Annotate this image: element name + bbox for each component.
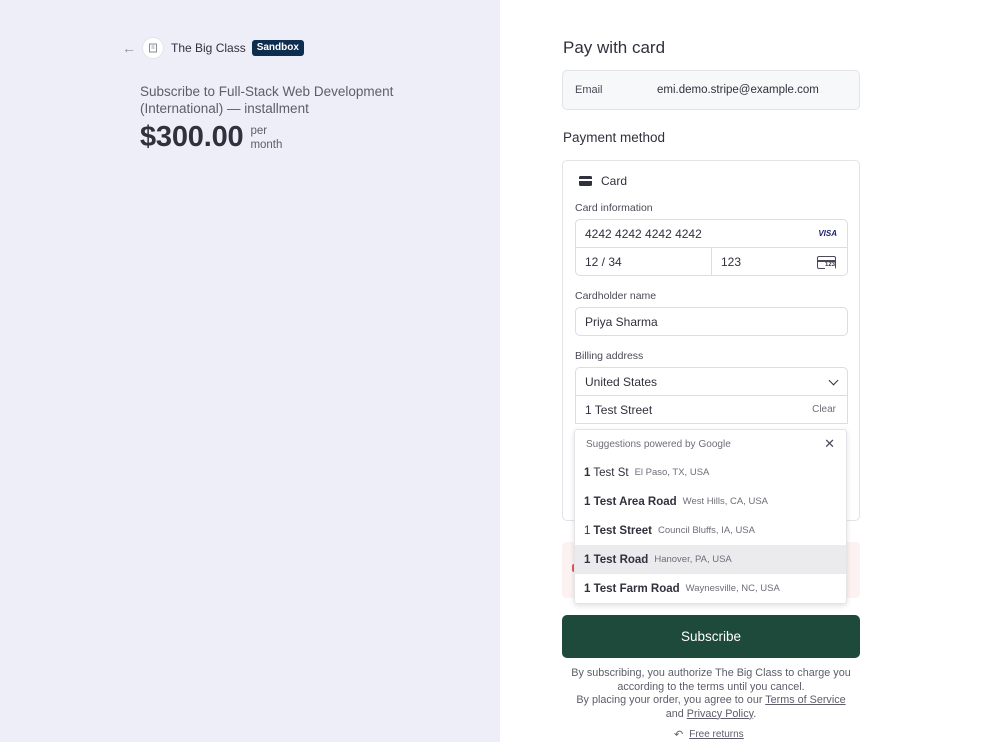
sandbox-badge: Sandbox: [251, 40, 304, 56]
agreement-and: and: [665, 707, 684, 720]
billing-address-label: Billing address: [575, 350, 644, 362]
order-summary-panel: ← The Big Class Sandbox Subscribe to Ful…: [0, 0, 500, 742]
address-suggestions-dropdown: Suggestions powered by Google ✕ 1 Test S…: [574, 429, 847, 604]
suggestion-location: West Hills, CA, USA: [682, 496, 769, 507]
suggestion-location: Hanover, PA, USA: [654, 554, 732, 565]
card-tab-label: Card: [601, 174, 628, 188]
cvc-value: 123: [721, 254, 742, 269]
email-field[interactable]: Email emi.demo.stripe@example.com: [562, 70, 860, 110]
close-icon[interactable]: ✕: [824, 437, 835, 450]
card-number-value: 4242 4242 4242 4242: [585, 226, 702, 241]
suggestion-location: Council Bluffs, IA, USA: [658, 525, 755, 536]
card-number-input[interactable]: 4242 4242 4242 4242 VISA: [575, 219, 848, 248]
cvc-input[interactable]: 123 123: [711, 247, 848, 276]
terms-of-service-link[interactable]: Terms of Service: [765, 694, 845, 706]
return-arrow-icon: ↶: [674, 729, 684, 741]
billing-period: per month: [250, 124, 282, 152]
country-value: United States: [585, 374, 658, 389]
authorization-text: By subscribing, you authorize The Big Cl…: [571, 667, 851, 693]
suggestion-item-highlighted[interactable]: 1 Test Road Hanover, PA, USA: [575, 545, 846, 574]
email-label: Email: [575, 84, 603, 96]
country-select[interactable]: United States: [575, 367, 848, 396]
address-line1-input[interactable]: 1 Test Street Clear: [575, 395, 848, 424]
billing-period-line1: per: [250, 124, 268, 137]
suggestion-plain: Test St: [593, 466, 629, 479]
suggestion-bold: 1: [584, 466, 591, 479]
cardholder-name-label: Cardholder name: [575, 290, 657, 302]
expiry-value: 12 / 34: [585, 254, 622, 269]
chevron-down-icon: [828, 375, 839, 386]
privacy-policy-link[interactable]: Privacy Policy: [687, 708, 753, 720]
card-information-label: Card information: [575, 202, 653, 214]
credit-card-icon: [579, 176, 592, 186]
product-price: $300.00: [140, 121, 244, 153]
suggestion-location: El Paso, TX, USA: [634, 467, 710, 478]
price-row: $300.00 per month: [140, 121, 430, 154]
product-name: Subscribe to Full-Stack Web Development …: [140, 84, 394, 116]
subscribe-button[interactable]: Subscribe: [562, 615, 860, 658]
billing-period-line2: month: [250, 138, 283, 151]
card-tab[interactable]: Card: [579, 174, 627, 188]
visa-icon: VISA: [818, 229, 837, 238]
merchant-logo: [142, 37, 164, 59]
back-arrow-icon[interactable]: ←: [122, 41, 136, 55]
suggestion-bold: 1 Test Area Road: [584, 495, 677, 508]
clear-address-button[interactable]: Clear: [812, 404, 836, 415]
google-logo: Google: [698, 438, 731, 450]
building-icon: [149, 43, 157, 53]
page-title: Pay with card: [563, 38, 666, 57]
free-returns-link[interactable]: Free returns: [689, 729, 743, 740]
suggestion-bold: 1 Test Farm Road: [584, 582, 680, 595]
suggestions-header: Suggestions powered by Google ✕: [575, 430, 846, 458]
email-value: emi.demo.stripe@example.com: [657, 84, 819, 96]
free-returns[interactable]: ↶ Free returns: [674, 728, 744, 741]
suggestion-item[interactable]: 1 Test St El Paso, TX, USA: [575, 458, 846, 487]
suggestion-location: Waynesville, NC, USA: [685, 583, 780, 594]
agreement-period: .: [753, 707, 757, 720]
agreement-text: By placing your order, you agree to our …: [562, 694, 860, 721]
cvc-icon-text: 123: [824, 262, 835, 269]
suggestion-item[interactable]: 1 Test Farm Road Waynesville, NC, USA: [575, 574, 846, 603]
cvc-card-icon: 123: [817, 256, 836, 269]
cardholder-name-input[interactable]: Priya Sharma: [575, 307, 848, 336]
suggestion-plain: 1: [584, 524, 591, 537]
merchant-name[interactable]: The Big Class: [171, 41, 246, 55]
suggestion-item[interactable]: 1 Test Area Road West Hills, CA, USA: [575, 487, 846, 516]
address-line1-value: 1 Test Street: [585, 402, 653, 417]
payment-method-title: Payment method: [563, 130, 666, 145]
suggestion-bold: 1 Test Road: [584, 553, 649, 566]
legal-text: By subscribing, you authorize The Big Cl…: [562, 667, 860, 721]
suggestions-header-text: Suggestions powered by: [586, 438, 696, 450]
merchant-header: ← The Big Class Sandbox: [122, 37, 304, 59]
expiry-input[interactable]: 12 / 34: [575, 247, 712, 276]
cardholder-name-value: Priya Sharma: [585, 314, 658, 329]
suggestion-item[interactable]: 1 Test Street Council Bluffs, IA, USA: [575, 516, 846, 545]
suggestion-bold: Test Street: [593, 524, 652, 537]
product-summary: Subscribe to Full-Stack Web Development …: [140, 83, 430, 154]
agreement-prefix: By placing your order, you agree to our: [576, 694, 763, 706]
